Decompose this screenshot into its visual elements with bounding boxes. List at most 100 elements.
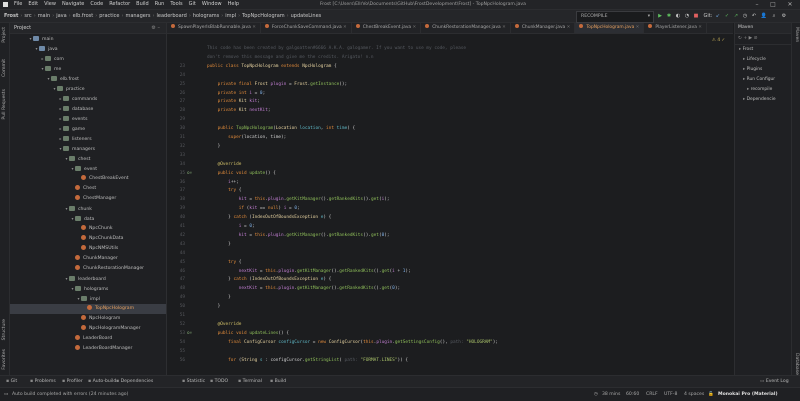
code-line[interactable]: super(location, time);: [207, 135, 286, 140]
menu-refactor[interactable]: Refactor: [109, 0, 130, 9]
tree-item[interactable]: ▾ impl: [10, 294, 166, 304]
code-line[interactable]: }: [207, 295, 231, 300]
code-line[interactable]: i = 0;: [207, 224, 255, 229]
theme-name[interactable]: Monokai Pro (Material): [718, 388, 778, 401]
maven-tree-item[interactable]: ▸ Frost: [735, 45, 795, 55]
close-tab-icon[interactable]: ✕: [697, 25, 702, 30]
tool-window-build[interactable]: ▪ Build: [270, 376, 286, 387]
editor-tab[interactable]: SpawnPlayerIsBlabRunnable.java ✕: [167, 23, 261, 33]
file-encoding[interactable]: UTF-8: [664, 388, 677, 401]
event-log-button[interactable]: ▭ Event Log: [760, 376, 789, 387]
users-icon[interactable]: 👤: [760, 11, 768, 21]
code-line[interactable]: don't remove this message and give me th…: [207, 55, 374, 60]
code-line[interactable]: private final Frost plugin = Frost.getIn…: [207, 82, 348, 87]
override-marker-icon[interactable]: o↑: [187, 331, 193, 336]
code-line[interactable]: for (String s : configCursor.getStringLi…: [207, 358, 408, 363]
code-line[interactable]: nextKit = this.plugin.getKitManager().ge…: [207, 269, 411, 274]
tree-item[interactable]: ▾ practice: [10, 84, 166, 94]
tree-item[interactable]: ▸ events: [10, 114, 166, 124]
run-config-select[interactable]: RECOMPILE ▾: [576, 11, 654, 23]
close-tab-icon[interactable]: ✕: [342, 25, 347, 30]
tree-item[interactable]: ChestBreakEvent: [10, 174, 166, 184]
git-commit-icon[interactable]: ✓: [723, 11, 731, 21]
tree-item[interactable]: ChestManager: [10, 194, 166, 204]
tree-item[interactable]: ▾ event: [10, 164, 166, 174]
close-tab-icon[interactable]: ✕: [251, 25, 256, 30]
project-tool-tab[interactable]: Project: [2, 27, 7, 43]
search-icon[interactable]: ⌕: [770, 11, 778, 21]
menu-file[interactable]: File: [14, 0, 22, 9]
code-line[interactable]: public class TopNpcHologram extends NpcH…: [207, 64, 337, 69]
tree-item[interactable]: NpcNMSUtils: [10, 244, 166, 254]
code-line[interactable]: kit = this.plugin.getKitManager().getRan…: [207, 197, 390, 202]
tree-item[interactable]: ▸ game: [10, 124, 166, 134]
breadcrumb-item[interactable]: elb.frost: [73, 10, 94, 22]
editor-tab[interactable]: ChunkRestorationManager.java ✕: [421, 23, 511, 33]
run-icon[interactable]: ▶: [656, 11, 664, 21]
tool-window-problems[interactable]: ▪ Problems: [30, 376, 56, 387]
close-window-button[interactable]: ✕: [783, 0, 797, 9]
favorites-tool-tab[interactable]: Favorites: [2, 349, 7, 370]
maven-tree-item[interactable]: ▸ Lifecycle: [735, 55, 799, 65]
close-tab-icon[interactable]: ✕: [634, 25, 640, 30]
breadcrumb-item[interactable]: leaderboard: [157, 10, 187, 22]
code-line[interactable]: }: [207, 304, 221, 309]
panel-options-icon[interactable]: ⚙ –: [151, 23, 160, 33]
menu-edit[interactable]: Edit: [28, 0, 38, 9]
code-line[interactable]: private Kit nextKit;: [207, 108, 271, 113]
indent-setting[interactable]: 4 spaces: [684, 388, 704, 401]
tree-item[interactable]: NpcHologramManager: [10, 324, 166, 334]
code-line[interactable]: This code has been created by galgoatten…: [207, 46, 466, 51]
tool-window-dependencies[interactable]: ▪ Dependencies: [116, 376, 153, 387]
tool-window-git[interactable]: ▪ Git: [6, 376, 17, 387]
code-editor[interactable]: 23 24 25 26 27 28 29 30 31 32 33 34 35 o↑ 36 37 38 39 40 41…: [167, 34, 733, 375]
code-line[interactable]: } catch (IndexOutOfBoundsException e) {: [207, 215, 331, 220]
reload-icon[interactable]: ↻: [738, 36, 742, 41]
code-line[interactable]: }: [207, 144, 221, 149]
history-icon[interactable]: ◷: [741, 11, 749, 21]
code-line[interactable]: @Override: [207, 162, 242, 167]
breadcrumb-item[interactable]: src: [24, 10, 31, 22]
close-tab-icon[interactable]: ✕: [501, 25, 506, 30]
git-push-icon[interactable]: ↗: [732, 11, 740, 21]
debug-icon[interactable]: ✱: [665, 11, 673, 21]
editor-tab[interactable]: ChestBreakEvent.java ✕: [352, 23, 422, 33]
tree-item[interactable]: ▾ managers: [10, 144, 166, 154]
lock-icon[interactable]: 🔓: [708, 388, 714, 401]
tree-item[interactable]: ▾ java: [10, 44, 166, 54]
close-tab-icon[interactable]: ✕: [411, 25, 417, 30]
code-line[interactable]: public void update() {: [207, 171, 276, 176]
editor-tab[interactable]: ForceChunkSaveCommand.java ✕: [261, 23, 352, 33]
settings-icon[interactable]: ⚙: [780, 11, 788, 21]
status-time[interactable]: 38 mins: [602, 388, 620, 401]
breadcrumb-item[interactable]: java: [56, 10, 66, 22]
tree-item[interactable]: ▾ main: [10, 34, 166, 44]
run-maven-icon[interactable]: ▶: [749, 36, 753, 41]
code-line[interactable]: private int i = 0;: [207, 91, 266, 96]
menu-window[interactable]: Window: [202, 0, 222, 9]
maven-tool-tab[interactable]: Maven: [794, 27, 799, 42]
toggle-offline-icon[interactable]: ⊘: [754, 36, 758, 41]
database-tool-tab[interactable]: Database: [794, 353, 799, 375]
tree-item[interactable]: LeaderBoardManager: [10, 344, 166, 354]
editor-tab[interactable]: PlayerListener.java ✕: [644, 23, 707, 33]
cursor-position[interactable]: 60:60: [626, 388, 639, 401]
tree-item[interactable]: ▾ data: [10, 214, 166, 224]
code-line[interactable]: i++;: [207, 180, 239, 185]
tree-item[interactable]: ▾ chest: [10, 154, 166, 164]
breadcrumb-item[interactable]: managers: [125, 10, 150, 22]
menu-git[interactable]: Git: [189, 0, 196, 9]
tree-item[interactable]: ▾ leaderboard: [10, 274, 166, 284]
add-icon[interactable]: +: [743, 36, 747, 41]
maven-tree-item[interactable]: ▸ Plugins: [735, 65, 799, 75]
code-line[interactable]: try {: [207, 260, 241, 265]
code-line[interactable]: @Override: [207, 322, 242, 327]
tree-item[interactable]: NpcChunk: [10, 224, 166, 234]
breadcrumb-item[interactable]: Frost: [4, 10, 18, 22]
tool-window-auto-build[interactable]: ▪ Auto-build: [88, 376, 116, 387]
breadcrumb-item[interactable]: updateLines: [291, 10, 322, 22]
tool-window-todo[interactable]: ▪ TODO: [210, 376, 228, 387]
tree-item[interactable]: ChunkRestorationManager: [10, 264, 166, 274]
project-panel-title[interactable]: Project: [14, 25, 31, 31]
menu-navigate[interactable]: Navigate: [62, 0, 84, 9]
